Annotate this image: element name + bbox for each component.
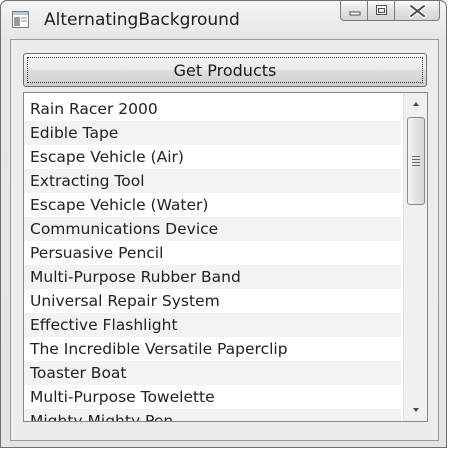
main-window: AlternatingBackground Get Products Rain … <box>0 0 447 448</box>
close-button[interactable] <box>395 1 440 21</box>
get-products-button[interactable]: Get Products <box>23 53 427 87</box>
window-title: AlternatingBackground <box>44 10 240 30</box>
grip-icon <box>412 156 420 166</box>
title-bar[interactable]: AlternatingBackground <box>1 1 446 39</box>
list-item[interactable]: Extracting Tool <box>24 169 401 193</box>
products-listbox[interactable]: Rain Racer 2000 Edible Tape Escape Vehicle… <box>23 92 428 422</box>
list-item[interactable]: The Incredible Versatile Paperclip <box>24 337 401 361</box>
maximize-icon <box>376 5 387 15</box>
scroll-down-button[interactable] <box>404 399 427 421</box>
vertical-scrollbar[interactable] <box>403 93 427 421</box>
list-item[interactable]: Effective Flashlight <box>24 313 401 337</box>
scroll-thumb[interactable] <box>407 117 425 205</box>
list-item[interactable]: Multi-Purpose Rubber Band <box>24 265 401 289</box>
list-item[interactable]: Toaster Boat <box>24 361 401 385</box>
list-item[interactable]: Multi-Purpose Towelette <box>24 385 401 409</box>
list-item[interactable]: Persuasive Pencil <box>24 241 401 265</box>
list-item[interactable]: Edible Tape <box>24 121 401 145</box>
close-icon <box>409 4 426 18</box>
list-item[interactable]: Rain Racer 2000 <box>24 97 401 121</box>
get-products-label: Get Products <box>173 61 277 80</box>
minimize-button[interactable] <box>340 1 368 21</box>
list-item[interactable]: Mighty Mighty Pen <box>24 409 401 421</box>
chevron-up-icon <box>413 102 419 106</box>
list-item[interactable]: Escape Vehicle (Air) <box>24 145 401 169</box>
chevron-down-icon <box>413 408 419 412</box>
caption-buttons <box>340 1 440 21</box>
list-item[interactable]: Escape Vehicle (Water) <box>24 193 401 217</box>
list-item[interactable]: Universal Repair System <box>24 289 401 313</box>
minimize-icon <box>349 11 361 16</box>
list-item[interactable]: Communications Device <box>24 217 401 241</box>
window-app-icon[interactable] <box>12 11 29 28</box>
client-area: Get Products Rain Racer 2000 Edible Tape E… <box>10 39 439 441</box>
maximize-button[interactable] <box>368 1 395 21</box>
products-list: Rain Racer 2000 Edible Tape Escape Vehicle… <box>24 97 401 421</box>
scroll-up-button[interactable] <box>404 93 427 115</box>
